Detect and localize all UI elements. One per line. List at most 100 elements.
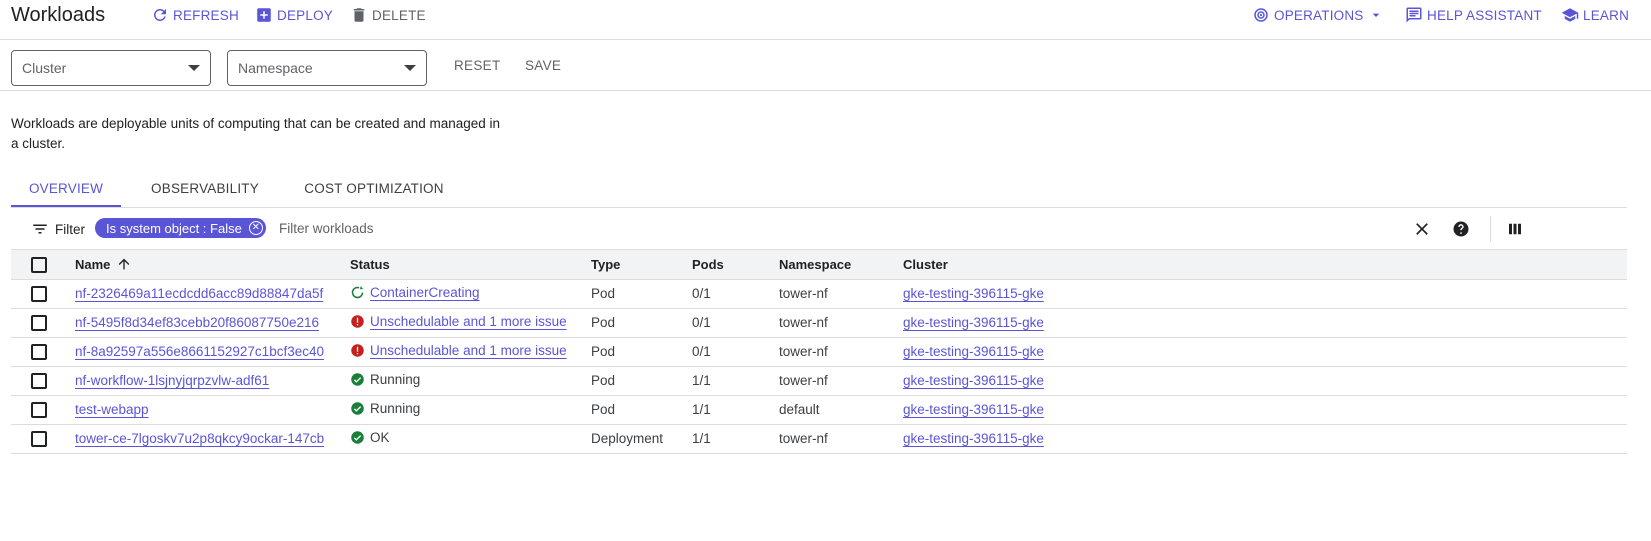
row-checkbox[interactable] [31,372,47,389]
row-select-cell [11,337,75,367]
workload-name-link[interactable]: nf-5495f8d34ef83cebb20f86087750e216 [75,315,319,330]
namespace-cell: tower-nf [779,337,903,367]
status-cell: Running [350,366,591,396]
workload-name-link[interactable]: nf-2326469a11ecdcdd6acc89d88847da5f [75,286,323,301]
help-button[interactable] [1450,218,1472,240]
reset-button[interactable]: RESET [454,58,501,73]
row-checkbox[interactable] [31,314,47,331]
workload-name-link[interactable]: test-webapp [75,402,149,417]
namespace-select[interactable]: Namespace [227,50,427,86]
row-checkbox[interactable] [31,430,47,447]
check-icon [350,401,365,416]
deploy-label: DEPLOY [277,7,333,23]
pods-cell: 1/1 [692,366,779,396]
cluster-link[interactable]: gke-testing-396115-gke [903,286,1044,301]
column-header-namespace[interactable]: Namespace [779,250,903,280]
namespace-select-label: Namespace [238,60,313,76]
status-link[interactable]: Unschedulable and 1 more issue [370,343,567,358]
row-checkbox[interactable] [31,285,47,302]
clear-filter-button[interactable] [1411,218,1433,240]
table-row: tower-ce-7lgoskv7u2p8qkcy9ockar-147cb OK D… [11,424,1627,454]
status-cell: OK [350,424,591,454]
filter-list-icon [33,224,47,234]
table-row: test-webapp Running Pod 1/1 default gke-testi… [11,395,1627,425]
workloads-table: Name Status Type Pods Namespace Cluster … [11,250,1627,454]
namespace-cell: default [779,395,903,425]
column-display-button[interactable] [1504,218,1526,240]
help-assistant-label: HELP ASSISTANT [1427,7,1542,23]
row-checkbox[interactable] [31,401,47,418]
sync-icon [350,285,365,300]
type-cell: Pod [591,337,692,367]
status-text: OK [370,429,390,445]
deploy-button[interactable]: DEPLOY [255,6,333,24]
namespace-cell: tower-nf [779,308,903,338]
row-select-cell [11,279,75,309]
status-cell: Running [350,395,591,425]
scope-filter-bar: Cluster Namespace RESET SAVE [0,40,1651,91]
cluster-link[interactable]: gke-testing-396115-gke [903,373,1044,388]
operations-button[interactable]: OPERATIONS [1252,6,1384,24]
refresh-label: REFRESH [173,7,239,23]
type-cell: Pod [591,366,692,396]
select-all-checkbox[interactable] [31,256,47,273]
type-cell: Pod [591,279,692,309]
table-header-row: Name Status Type Pods Namespace Cluster [11,250,1627,280]
cluster-link[interactable]: gke-testing-396115-gke [903,431,1044,446]
column-header-name[interactable]: Name [75,250,350,280]
filter-label: Filter [55,221,85,237]
chip-remove-icon[interactable]: ✕ [248,221,263,235]
status-cell: ContainerCreating [350,279,591,309]
row-select-cell [11,424,75,454]
column-icon [1509,223,1521,235]
row-select-cell [11,366,75,396]
cluster-select[interactable]: Cluster [11,50,211,86]
pods-cell: 0/1 [692,337,779,367]
refresh-button[interactable]: REFRESH [151,6,239,24]
status-link[interactable]: Unschedulable and 1 more issue [370,314,567,329]
check-icon [350,430,365,445]
pods-cell: 1/1 [692,424,779,454]
help-assistant-button[interactable]: HELP ASSISTANT [1405,6,1542,24]
namespace-cell: tower-nf [779,279,903,309]
cluster-link[interactable]: gke-testing-396115-gke [903,402,1044,417]
column-header-type[interactable]: Type [591,250,692,280]
filter-button[interactable]: Filter [31,220,85,238]
dropdown-arrow-icon [188,65,200,71]
help-icon [1453,221,1469,237]
add-box-icon [257,8,271,22]
pods-cell: 0/1 [692,308,779,338]
workload-name-link[interactable]: tower-ce-7lgoskv7u2p8qkcy9ockar-147cb [75,431,324,446]
learn-button[interactable]: LEARN [1561,6,1629,24]
name-cell: nf-8a92597a556e8661152927c1bcf3ec40 [75,337,350,367]
column-name-label: Name [75,256,111,272]
workload-name-link[interactable]: nf-workflow-1lsjnyjqrpzvlw-adf61 [75,373,269,388]
column-header-status[interactable]: Status [350,250,591,280]
cluster-link[interactable]: gke-testing-396115-gke [903,315,1044,330]
arrow-up-icon [119,258,130,270]
filter-workloads-input[interactable] [279,217,979,239]
delete-label: DELETE [372,7,426,23]
dropdown-arrow-icon [404,65,416,71]
name-cell: nf-5495f8d34ef83cebb20f86087750e216 [75,308,350,338]
refresh-icon [153,8,166,21]
row-select-cell [11,308,75,338]
tab-observability[interactable]: OBSERVABILITY [133,170,277,207]
status-cell: Unschedulable and 1 more issue [350,337,591,367]
cluster-link[interactable]: gke-testing-396115-gke [903,344,1044,359]
cluster-cell: gke-testing-396115-gke [903,279,1627,309]
table-filter-bar: Filter Is system object : False ✕ [11,208,1627,250]
error-icon [350,343,365,358]
tab-overview[interactable]: OVERVIEW [11,170,121,207]
save-button[interactable]: SAVE [525,58,561,73]
workload-name-link[interactable]: nf-8a92597a556e8661152927c1bcf3ec40 [75,344,324,359]
pods-cell: 1/1 [692,395,779,425]
row-checkbox[interactable] [31,343,47,360]
tab-cost-optimization[interactable]: COST OPTIMIZATION [279,170,469,207]
trash-icon [353,8,365,22]
status-link[interactable]: ContainerCreating [370,285,480,300]
column-header-cluster[interactable]: Cluster [903,250,1627,280]
delete-button[interactable]: DELETE [350,6,426,24]
status-text: Running [370,371,421,387]
column-header-pods[interactable]: Pods [692,250,779,280]
